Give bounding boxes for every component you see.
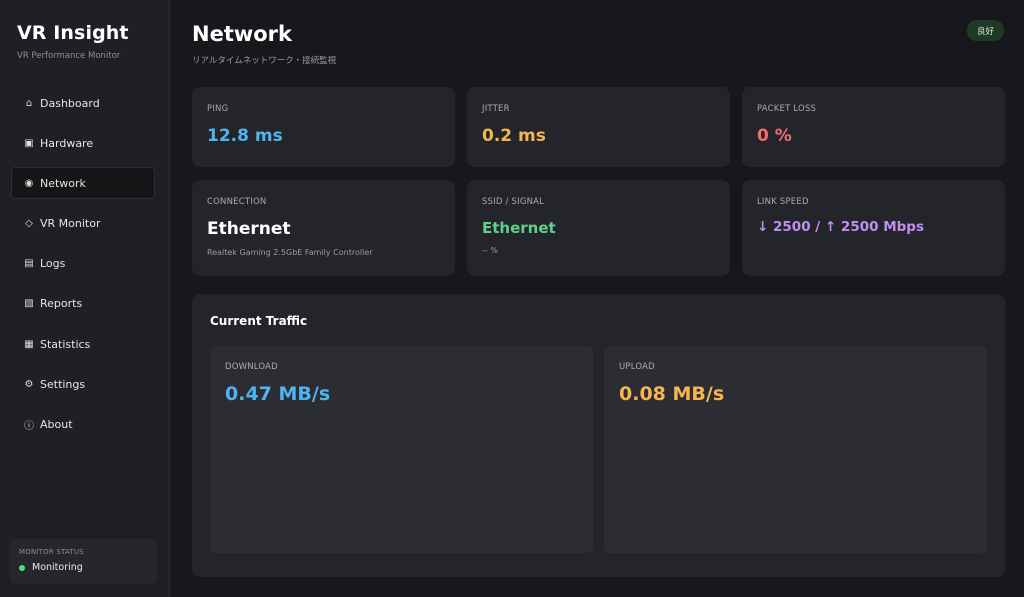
brand: VR Insight VR Performance Monitor [0, 0, 169, 61]
jitter-value: 0.2 ms [482, 126, 546, 146]
sidebar-item-label: Network [40, 176, 86, 190]
sidebar-nav: ⌂ Dashboard ▣ Hardware ◉ Network ◇ VR Mo… [11, 87, 155, 449]
upload-label: UPLOAD [619, 362, 655, 372]
monitor-status-panel: MONITOR STATUS Monitoring [10, 539, 157, 584]
logs-icon: ▤ [24, 258, 34, 270]
info-icon: ⓘ [24, 421, 34, 432]
upload-value: 0.08 MB/s [619, 383, 725, 405]
sidebar-item-logs[interactable]: ▤ Logs [11, 248, 155, 280]
monitor-status-value: Monitoring [19, 562, 148, 573]
reports-icon: ▧ [24, 298, 34, 310]
chip-icon: ▣ [24, 137, 34, 149]
status-badge: 良好 [966, 20, 1004, 41]
sidebar: VR Insight VR Performance Monitor ⌂ Dash… [0, 0, 170, 597]
connection-card: CONNECTION Ethernet Realtek Gaming 2.5Gb… [192, 180, 455, 276]
sidebar-item-vr-monitor[interactable]: ◇ VR Monitor [11, 208, 155, 240]
sidebar-item-statistics[interactable]: ▦ Statistics [11, 328, 155, 360]
ssid-signal-card: SSID / SIGNAL Ethernet -- % [467, 180, 730, 276]
monitor-status-text: Monitoring [32, 562, 83, 573]
link-speed-label: LINK SPEED [757, 197, 809, 207]
vr-icon: ◇ [25, 218, 33, 230]
traffic-title: Current Traffic [210, 314, 308, 328]
connection-adapter: Realtek Gaming 2.5GbE Family Controller [207, 248, 373, 257]
sidebar-item-about[interactable]: ⓘ About [11, 409, 155, 441]
status-dot-icon [19, 564, 25, 571]
app: VR Insight VR Performance Monitor ⌂ Dash… [0, 0, 1024, 597]
sidebar-item-hardware[interactable]: ▣ Hardware [11, 127, 155, 159]
packet-loss-label: PACKET LOSS [757, 104, 817, 114]
jitter-label: JITTER [482, 104, 510, 114]
signal-value: -- % [482, 246, 498, 255]
ssid-value: Ethernet [482, 219, 556, 237]
packet-loss-card: PACKET LOSS 0 % [742, 87, 1005, 167]
monitor-status-label: MONITOR STATUS [19, 548, 84, 556]
page-subtitle: リアルタイムネットワーク・接続監視 [192, 56, 337, 66]
connection-value: Ethernet [207, 219, 291, 239]
page-title: Network [192, 22, 293, 46]
main-content: Network リアルタイムネットワーク・接続監視 良好 PING 12.8 m… [170, 0, 1024, 597]
download-panel: DOWNLOAD 0.47 MB/s [210, 346, 593, 553]
gear-icon: ⚙ [24, 378, 34, 390]
jitter-card: JITTER 0.2 ms [467, 87, 730, 167]
network-icon: ◉ [24, 177, 34, 189]
sidebar-item-label: Reports [40, 297, 83, 311]
connection-label: CONNECTION [207, 197, 267, 207]
brand-subtitle: VR Performance Monitor [17, 51, 121, 61]
sidebar-item-label: Logs [40, 257, 66, 271]
sidebar-item-dashboard[interactable]: ⌂ Dashboard [11, 87, 155, 119]
download-value: 0.47 MB/s [225, 383, 331, 405]
sidebar-item-label: Hardware [40, 136, 94, 150]
sidebar-item-label: Settings [40, 377, 86, 391]
home-icon: ⌂ [25, 97, 33, 109]
ping-card: PING 12.8 ms [192, 87, 455, 167]
sidebar-item-label: Statistics [40, 337, 91, 351]
sidebar-item-reports[interactable]: ▧ Reports [11, 288, 155, 320]
sidebar-item-settings[interactable]: ⚙ Settings [11, 368, 155, 400]
link-speed-card: LINK SPEED ↓ 2500 / ↑ 2500 Mbps [742, 180, 1005, 276]
brand-title: VR Insight [17, 22, 129, 44]
ping-label: PING [207, 104, 229, 114]
ping-value: 12.8 ms [207, 126, 283, 146]
sidebar-item-label: Dashboard [40, 96, 100, 110]
packet-loss-value: 0 % [757, 126, 792, 146]
statistics-icon: ▦ [24, 338, 34, 350]
current-traffic-panel: Current Traffic DOWNLOAD 0.47 MB/s UPLOA… [192, 294, 1005, 577]
download-label: DOWNLOAD [225, 362, 278, 372]
sidebar-item-label: VR Monitor [40, 217, 101, 231]
sidebar-item-label: About [40, 418, 73, 431]
link-speed-value: ↓ 2500 / ↑ 2500 Mbps [757, 219, 924, 235]
sidebar-item-network[interactable]: ◉ Network [11, 167, 155, 200]
upload-panel: UPLOAD 0.08 MB/s [604, 346, 987, 553]
ssid-signal-label: SSID / SIGNAL [482, 197, 545, 207]
